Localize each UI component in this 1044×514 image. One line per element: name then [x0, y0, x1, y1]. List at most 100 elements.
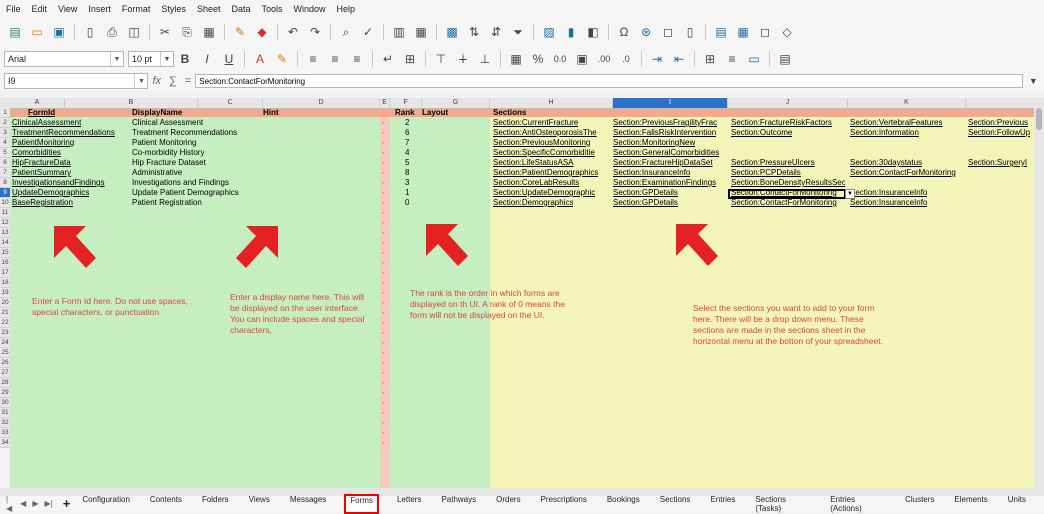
cell-j[interactable]: Section:VertebralFeatures — [850, 119, 943, 127]
menu-item-help[interactable]: Help — [337, 4, 356, 14]
italic-button[interactable]: I — [199, 51, 215, 67]
cell-h[interactable]: Section:PreviousFragilityFrac — [613, 119, 717, 127]
header-footer-icon[interactable]: ▯ — [682, 24, 698, 40]
column-header-e[interactable]: E — [380, 98, 390, 108]
cell-display-name[interactable]: Co-morbidity History — [132, 149, 204, 157]
cell-g[interactable]: Section:CurrentFracture — [493, 119, 578, 127]
row-header[interactable]: 22 — [0, 318, 10, 328]
cell-form-id[interactable]: InvestigationsandFindings — [12, 179, 105, 187]
header-display-name[interactable]: DisplayName — [132, 109, 182, 117]
cell-g[interactable]: Section:SpecificComorbiditie — [493, 149, 595, 157]
row-header[interactable]: 19 — [0, 288, 10, 298]
cell-form-id[interactable]: PatientSummary — [12, 169, 71, 177]
cell-k[interactable]: Section:SurgeryI — [968, 159, 1027, 167]
cell-form-id[interactable]: BaseRegistration — [12, 199, 73, 207]
row-header[interactable]: 9 — [0, 188, 10, 198]
cell-form-id[interactable]: TreatmentRecommendations — [12, 129, 115, 137]
new-document-icon[interactable]: ▤ — [7, 24, 23, 40]
increase-indent-icon[interactable]: ⇥ — [649, 51, 665, 67]
cell-rank[interactable]: 7 — [405, 139, 409, 147]
expand-formula-icon[interactable]: ▼ — [1026, 73, 1041, 89]
currency-format-icon[interactable]: ▦ — [508, 51, 524, 67]
formula-icon[interactable]: = — [185, 75, 191, 87]
column-icon[interactable]: ▦ — [413, 24, 429, 40]
chevron-down-icon[interactable]: ▼ — [160, 52, 173, 66]
menu-item-edit[interactable]: Edit — [32, 4, 48, 14]
cell-i[interactable]: Section:BoneDensityResultsSection — [731, 179, 845, 187]
menu-item-styles[interactable]: Styles — [161, 4, 186, 14]
cell-g[interactable]: Section:CoreLabResults — [493, 179, 579, 187]
header-hint[interactable]: Hint — [263, 109, 279, 117]
cell-display-name[interactable]: Clinical Assessment — [132, 119, 203, 127]
column-header-c[interactable]: C — [198, 98, 263, 108]
menu-item-sheet[interactable]: Sheet — [197, 4, 221, 14]
cell-display-name[interactable]: Administrative — [132, 169, 182, 177]
row-header[interactable]: 1 — [0, 108, 10, 118]
row-header[interactable]: 21 — [0, 308, 10, 318]
next-sheet-icon[interactable]: ▶ — [32, 499, 38, 508]
column-header-f[interactable]: F — [390, 98, 422, 108]
cell-rank[interactable]: 6 — [405, 129, 409, 137]
insert-image-icon[interactable]: ▨ — [541, 24, 557, 40]
row-header[interactable]: 6 — [0, 158, 10, 168]
cell-i[interactable]: Section:Outcome — [731, 129, 792, 137]
row-header[interactable]: 14 — [0, 238, 10, 248]
cell-rank[interactable]: 3 — [405, 179, 409, 187]
column-header-b[interactable]: B — [65, 98, 198, 108]
cell-h[interactable]: Section:MonitoringNew — [613, 139, 695, 147]
cell-j[interactable]: Section:30daystatus — [850, 159, 922, 167]
row-header[interactable]: 8 — [0, 178, 10, 188]
cut-icon[interactable]: ✂ — [157, 24, 173, 40]
decrease-indent-icon[interactable]: ⇤ — [671, 51, 687, 67]
align-center-icon[interactable]: ≡ — [327, 51, 343, 67]
cell-form-id[interactable]: UpdateDemographics — [12, 189, 89, 197]
cell-k[interactable]: Section:Previous — [968, 119, 1028, 127]
cell-g[interactable]: Section:Demographics — [493, 199, 573, 207]
border-style-icon[interactable]: ≡ — [724, 51, 740, 67]
cell-rank[interactable]: 2 — [405, 119, 409, 127]
menu-item-tools[interactable]: Tools — [261, 4, 282, 14]
name-box[interactable]: I9 ▼ — [4, 73, 149, 89]
align-bottom-icon[interactable]: ⊥ — [477, 51, 493, 67]
save-icon[interactable]: ▣ — [51, 24, 67, 40]
row-header[interactable]: 34 — [0, 438, 10, 448]
sum-icon[interactable]: ∑ — [169, 75, 177, 87]
cell-g[interactable]: Section:LifeStatusASA — [493, 159, 574, 167]
column-header-a[interactable]: A — [10, 98, 65, 108]
date-format-icon[interactable]: ▣ — [574, 51, 590, 67]
cell-display-name[interactable]: Hip Fracture Dataset — [132, 159, 206, 167]
column-header-i[interactable]: I — [613, 98, 728, 108]
header-form-id[interactable]: FormId — [28, 109, 55, 117]
cell-k[interactable]: Section:FollowUp — [968, 129, 1030, 137]
selected-cell[interactable] — [728, 189, 846, 199]
insert-chart-icon[interactable]: ▮ — [563, 24, 579, 40]
clone-formatting-icon[interactable]: ✎ — [232, 24, 248, 40]
row-header[interactable]: 11 — [0, 208, 10, 218]
row-header[interactable]: 2 — [0, 118, 10, 128]
font-size-combo[interactable]: 10 pt ▼ — [128, 51, 174, 67]
row-header[interactable]: 27 — [0, 368, 10, 378]
row-header[interactable]: 24 — [0, 338, 10, 348]
underline-button[interactable]: U — [221, 51, 237, 67]
cell-h[interactable]: Section:GPDetails — [613, 199, 678, 207]
align-top-icon[interactable]: ⊤ — [433, 51, 449, 67]
cell-h[interactable]: Section:FallsRiskIntervention — [613, 129, 716, 137]
row-header[interactable]: 30 — [0, 398, 10, 408]
row-header[interactable]: 23 — [0, 328, 10, 338]
spreadsheet-grid[interactable]: ABCDEFGHIJK 1 2 3 4 5 6 7 8 9 10 11 12 13 14 15 16 17 18 1… — [0, 98, 1044, 488]
row-header[interactable]: 7 — [0, 168, 10, 178]
bold-button[interactable]: B — [177, 51, 193, 67]
font-name-combo[interactable]: Arial ▼ — [4, 51, 124, 67]
scroll-thumb[interactable] — [1036, 108, 1042, 130]
align-middle-icon[interactable]: ∔ — [455, 51, 471, 67]
vertical-scrollbar[interactable] — [1034, 98, 1044, 488]
header-sections[interactable]: Sections — [493, 109, 526, 117]
cell-rank[interactable]: 1 — [405, 189, 409, 197]
menu-item-insert[interactable]: Insert — [88, 4, 111, 14]
chevron-down-icon[interactable]: ▼ — [110, 52, 123, 66]
menu-item-view[interactable]: View — [58, 4, 77, 14]
sort-descending-icon[interactable]: ⇵ — [488, 24, 504, 40]
pivot-icon[interactable]: ◧ — [585, 24, 601, 40]
cell-i[interactable]: Section:PCPDetails — [731, 169, 801, 177]
cell-j[interactable]: Section:Information — [850, 129, 919, 137]
